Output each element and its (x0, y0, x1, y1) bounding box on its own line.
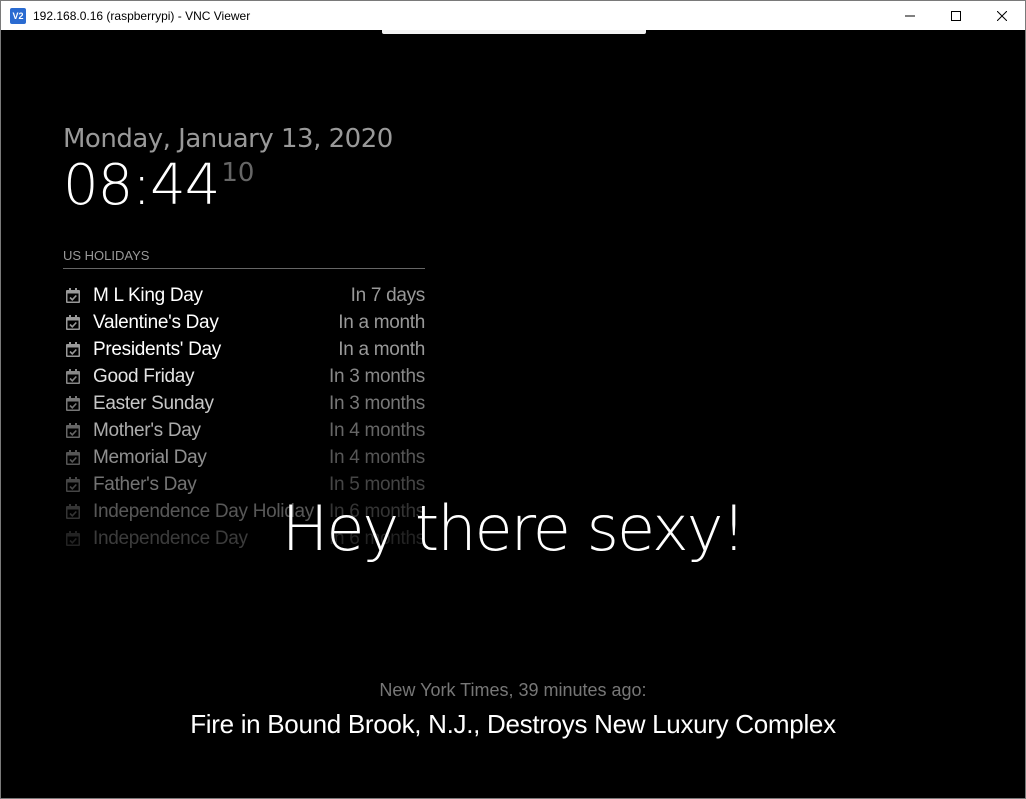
holiday-name: M L King Day (93, 284, 203, 306)
holiday-relative-time: In 3 months (329, 392, 425, 414)
calendar-check-icon (66, 342, 80, 357)
remote-desktop-viewport[interactable]: Monday, January 13, 2020 08:44 10 US HOL… (1, 30, 1025, 798)
holiday-name: Good Friday (93, 365, 195, 387)
holiday-relative-time: In 4 months (329, 446, 425, 468)
close-icon (997, 10, 1007, 21)
news-source: New York Times, 39 minutes ago: (379, 680, 647, 700)
compliment-text: Hey there sexy! (281, 492, 747, 565)
minimize-icon (905, 15, 915, 16)
maximize-button[interactable] (933, 1, 979, 30)
holidays-header: US HOLIDAYS (63, 248, 425, 269)
vnc-toolbar-handle[interactable] (382, 30, 646, 34)
clock-time: 08:44 10 (63, 156, 393, 220)
holiday-name: Presidents' Day (93, 338, 221, 360)
holiday-name: Mother's Day (93, 419, 201, 441)
holiday-relative-time: In 3 months (329, 365, 425, 387)
holiday-row: Valentine's Day In a month (63, 309, 425, 336)
holiday-relative-time: In a month (338, 338, 425, 360)
holiday-row: Easter Sunday In 3 months (63, 390, 425, 417)
close-button[interactable] (979, 1, 1025, 30)
calendar-check-icon (66, 315, 80, 330)
clock-hours-minutes: 08:44 (63, 153, 220, 218)
holiday-row: Presidents' Day In a month (63, 336, 425, 363)
vnc-viewer-window: V2 192.168.0.16 (raspberrypi) - VNC View… (0, 0, 1026, 799)
holiday-relative-time: In 7 days (350, 284, 426, 306)
holiday-row: Memorial Day In 4 months (63, 444, 425, 471)
window-controls (887, 1, 1025, 30)
clock-date: Monday, January 13, 2020 (63, 124, 393, 154)
holiday-row: M L King Day In 7 days (63, 282, 425, 309)
holiday-name: Memorial Day (93, 446, 207, 468)
news-feed-module: New York Times, 39 minutes ago: Fire in … (1, 678, 1025, 742)
holiday-name: Valentine's Day (93, 311, 219, 333)
maximize-icon (951, 10, 961, 21)
clock-seconds: 10 (221, 158, 255, 188)
holiday-relative-time: In 4 months (329, 419, 425, 441)
title-bar[interactable]: V2 192.168.0.16 (raspberrypi) - VNC View… (1, 1, 1025, 30)
minimize-button[interactable] (887, 1, 933, 30)
calendar-check-icon (66, 369, 80, 384)
vnc-app-icon: V2 (10, 7, 26, 24)
window-title: 192.168.0.16 (raspberrypi) - VNC Viewer (33, 8, 251, 23)
calendar-check-icon (66, 288, 80, 303)
holiday-name: Easter Sunday (93, 392, 214, 414)
calendar-check-icon (66, 423, 80, 438)
holiday-relative-time: In a month (338, 311, 425, 333)
calendar-check-icon (66, 450, 80, 465)
holiday-row: Mother's Day In 4 months (63, 417, 425, 444)
holiday-row: Good Friday In 3 months (63, 363, 425, 390)
news-headline: Fire in Bound Brook, N.J., Destroys New … (190, 709, 836, 739)
clock-module: Monday, January 13, 2020 08:44 10 (63, 122, 393, 220)
calendar-check-icon (66, 396, 80, 411)
